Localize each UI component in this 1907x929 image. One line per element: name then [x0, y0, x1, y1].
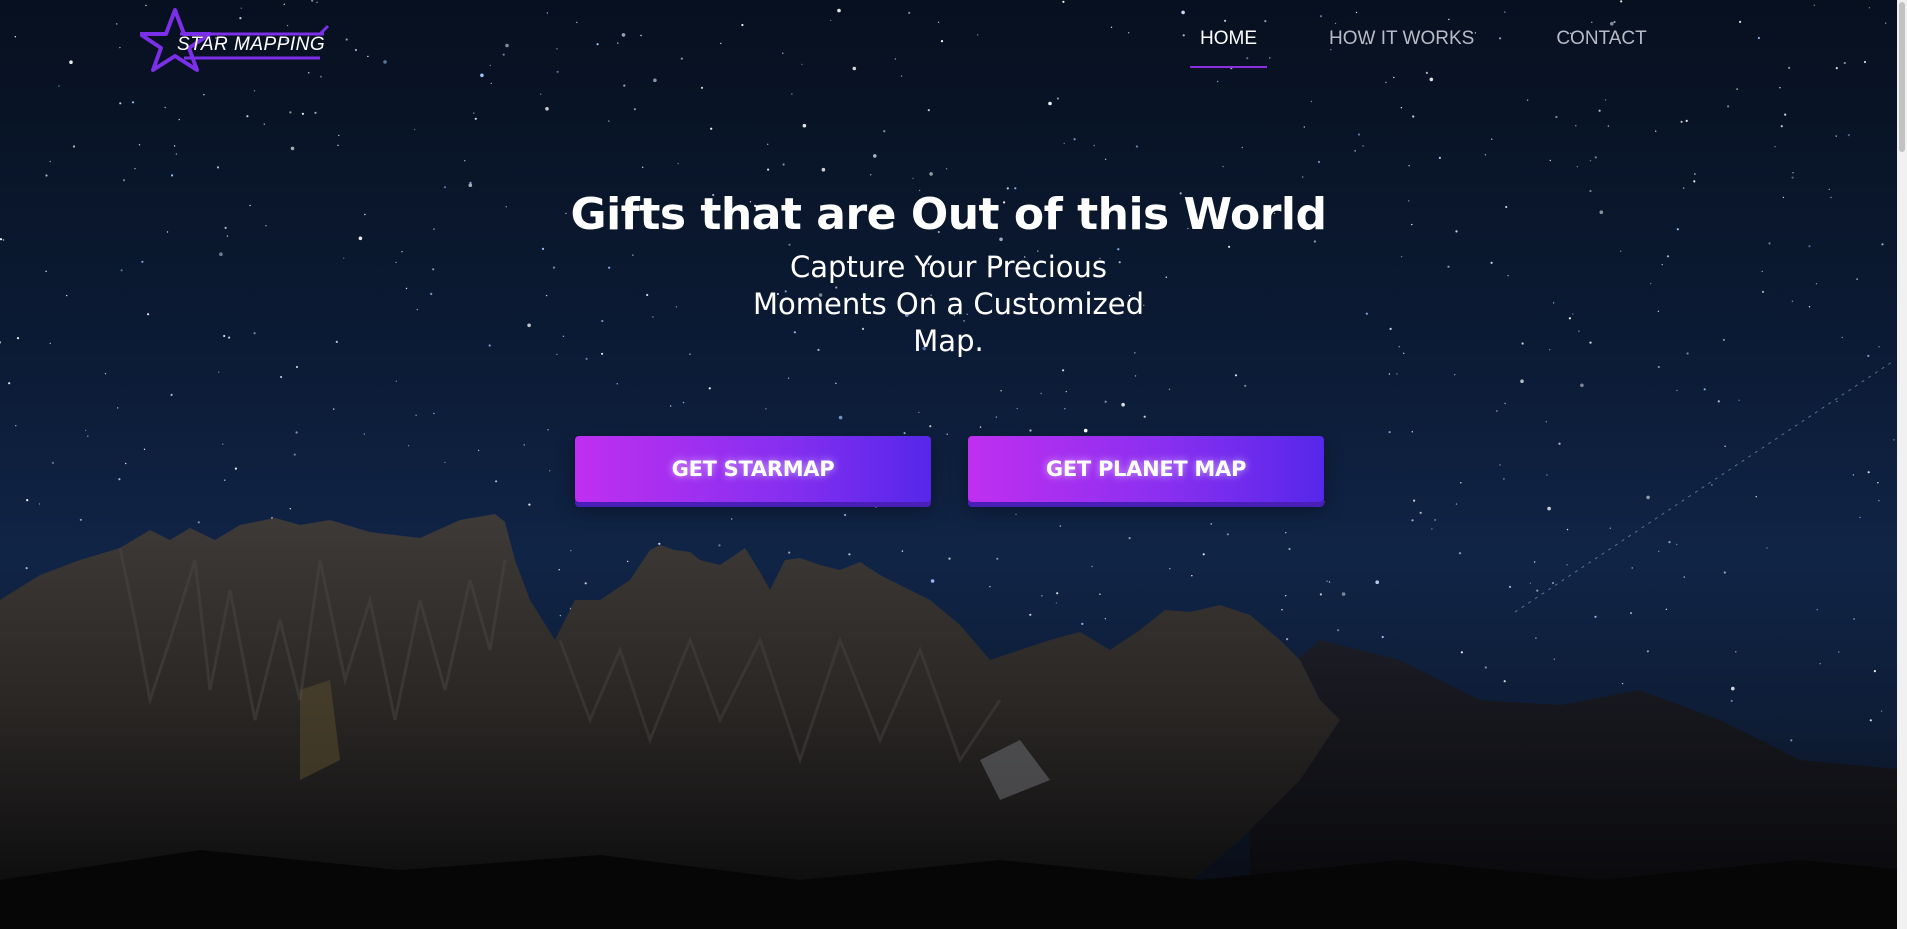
nav-item-contact[interactable]: CONTACT	[1546, 26, 1656, 68]
nav-item-home[interactable]: HOME	[1190, 26, 1267, 68]
cta-button-group: GET STARMAP GET PLANET MAP	[575, 436, 1324, 502]
hero-section: Gifts that are Out of this World Capture…	[0, 185, 1897, 360]
get-planet-map-button[interactable]: GET PLANET MAP	[968, 436, 1324, 502]
get-starmap-button[interactable]: GET STARMAP	[575, 436, 931, 502]
brand-name: STAR MAPPING	[177, 34, 326, 55]
scrollbar-thumb[interactable]	[1899, 2, 1905, 152]
nav-item-how-it-works[interactable]: HOW IT WORKS	[1319, 26, 1484, 68]
hero-title: Gifts that are Out of this World	[570, 189, 1327, 240]
hero-subtitle: Capture Your Precious Moments On a Custo…	[753, 250, 1144, 358]
main-nav: HOME HOW IT WORKS CONTACT	[1190, 26, 1657, 70]
vertical-scrollbar[interactable]	[1897, 0, 1907, 929]
page: STAR MAPPING HOME HOW IT WORKS CONTACT G…	[0, 0, 1907, 929]
brand-logo[interactable]: STAR MAPPING	[140, 8, 330, 72]
